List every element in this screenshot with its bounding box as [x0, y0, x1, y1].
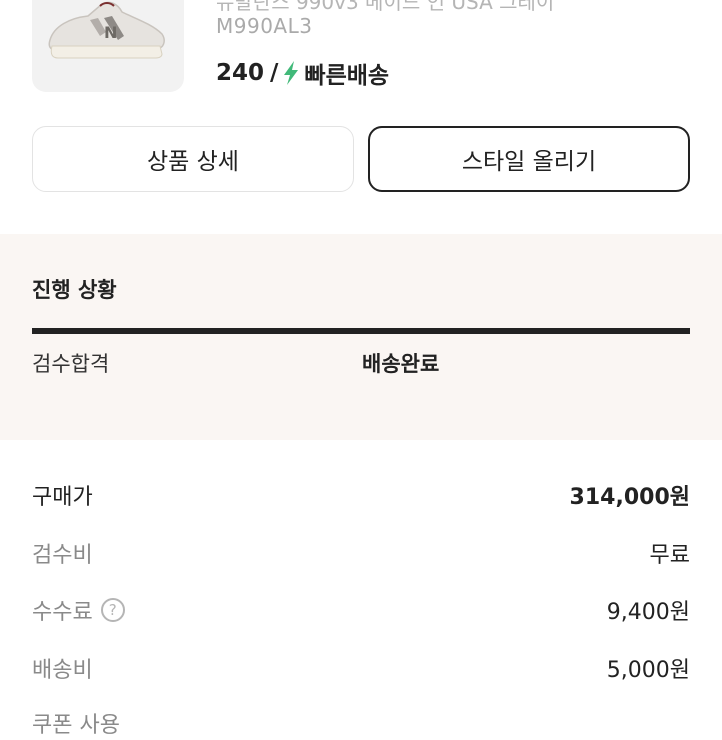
size-shipping-row: 240 / 빠른배송 — [216, 56, 389, 90]
product-name: 뉴발란스 990v3 메이드 인 USA 그레이 — [216, 0, 555, 14]
product-card[interactable]: N 뉴발란스 990v3 메이드 인 USA 그레이 M990AL3 240 /… — [0, 0, 722, 110]
progress-bar — [32, 328, 690, 334]
progress-title: 진행 상황 — [32, 278, 117, 302]
purchase-price-value: 314,000원 — [569, 485, 690, 510]
product-size: 240 — [216, 60, 265, 86]
post-style-button[interactable]: 스타일 올리기 — [368, 126, 690, 192]
product-detail-button[interactable]: 상품 상세 — [32, 126, 354, 192]
shipping-fee-label: 배송비 — [32, 658, 93, 683]
inspection-fee-row: 검수비 무료 — [32, 536, 690, 570]
commission-label-group: 수수료 ? — [32, 594, 125, 626]
shipping-fee-value: 5,000원 — [606, 658, 690, 683]
step-inspection-passed: 검수합격 — [32, 352, 110, 376]
commission-row: 수수료 ? 9,400원 — [32, 593, 690, 627]
product-model: M990AL3 — [216, 14, 313, 38]
inspection-fee-label: 검수비 — [32, 543, 93, 568]
lightning-icon — [284, 61, 299, 85]
product-image[interactable]: N — [32, 0, 184, 92]
purchase-price-row: 구매가 314,000원 — [32, 478, 690, 512]
help-icon[interactable]: ? — [100, 598, 125, 622]
sneaker-image: N — [48, 1, 165, 59]
separator: / — [270, 60, 279, 86]
progress-section: 진행 상황 검수합격 배송완료 — [0, 234, 722, 440]
svg-text:N: N — [104, 23, 117, 42]
purchase-price-label: 구매가 — [32, 485, 93, 510]
step-delivered: 배송완료 — [362, 352, 440, 376]
coupon-row: 쿠폰 사용 — [32, 706, 690, 740]
commission-value: 9,400원 — [606, 600, 690, 625]
coupon-label: 쿠폰 사용 — [32, 713, 120, 738]
commission-label: 수수료 — [32, 600, 93, 625]
inspection-fee-value: 무료 — [649, 543, 690, 568]
shipping-fee-row: 배송비 5,000원 — [32, 651, 690, 685]
fast-shipping-label: 빠른배송 — [304, 63, 390, 89]
